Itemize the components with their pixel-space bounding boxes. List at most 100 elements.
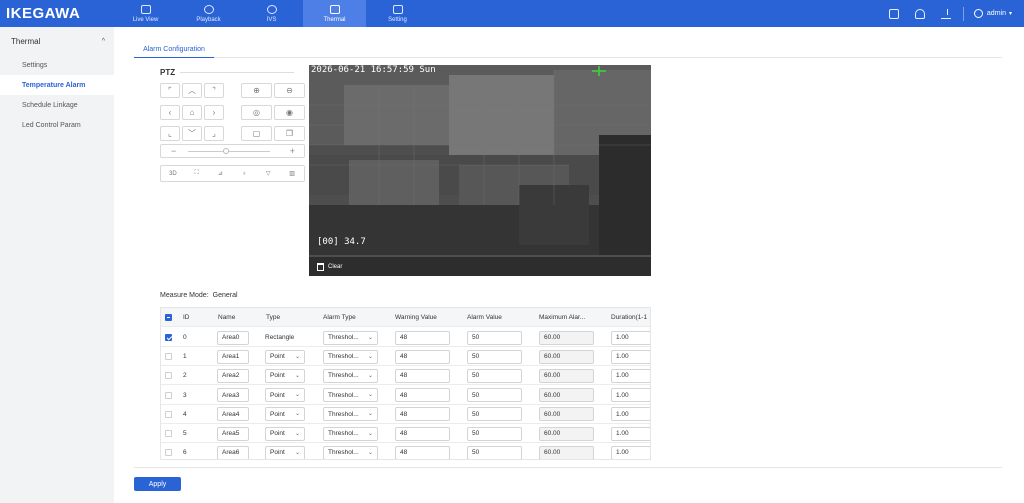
name-input[interactable]: Area0: [217, 330, 249, 345]
warning-value-input[interactable]: 48: [395, 426, 450, 441]
zoom-out-button[interactable]: ⊖: [274, 83, 305, 98]
sidebar-item-settings[interactable]: Settings: [0, 55, 114, 75]
plus-icon[interactable]: +: [290, 146, 295, 156]
duration-input[interactable]: 1.00: [611, 388, 650, 403]
select-all-checkbox[interactable]: [165, 314, 172, 321]
3d-positioning-button[interactable]: 3D: [166, 171, 180, 177]
light-icon[interactable]: ♁: [237, 171, 251, 177]
alarm-type-select[interactable]: Threshol... ⌄: [323, 445, 378, 459]
table-row[interactable]: 2 Area2 Point ⌄ Threshol... ⌄ 48 50 60.00 1.00: [161, 366, 650, 386]
trash-icon[interactable]: [317, 262, 324, 271]
row-checkbox[interactable]: [165, 372, 172, 380]
zoom-in-button[interactable]: ⊕: [241, 83, 272, 98]
ptz-right-button[interactable]: ›: [204, 105, 224, 120]
iris-open-button[interactable]: ▢: [241, 126, 272, 141]
type-select[interactable]: Point ⌄: [265, 349, 305, 364]
alarm-type-select[interactable]: Threshol... ⌄: [323, 388, 378, 403]
row-checkbox[interactable]: [165, 430, 172, 437]
row-checkbox[interactable]: [165, 391, 172, 399]
alarm-value-input[interactable]: 50: [467, 330, 522, 345]
table-row[interactable]: 3 Area3 Point ⌄ Threshol... ⌄ 48 50 60.00 1.00: [161, 386, 650, 405]
warning-value-input[interactable]: 48: [395, 330, 450, 345]
row-checkbox[interactable]: [165, 449, 172, 457]
tab-alarm-configuration[interactable]: Alarm Configuration: [134, 41, 214, 58]
alarm-value-input[interactable]: 50: [467, 349, 522, 364]
download-icon[interactable]: [940, 8, 951, 19]
duration-input[interactable]: 1.00: [611, 426, 650, 441]
area-focus-icon[interactable]: ⛶: [190, 170, 204, 177]
name-input[interactable]: Area3: [217, 388, 249, 403]
alarm-value-input[interactable]: 50: [467, 368, 522, 383]
alarm-type-select[interactable]: Threshol... ⌄: [323, 349, 378, 364]
thermal-video-view[interactable]: 2026-06-21 16:57:59 Sun [00] 34.7 Clear: [309, 65, 651, 276]
alarm-type-select[interactable]: Threshol... ⌄: [323, 407, 378, 422]
warning-value-input[interactable]: 48: [395, 445, 450, 459]
alarm-type-select[interactable]: Threshol... ⌄: [323, 330, 378, 345]
ptz-speed-slider[interactable]: − +: [160, 144, 305, 158]
warning-value-input[interactable]: 48: [395, 368, 450, 383]
duration-input[interactable]: 1.00: [611, 330, 650, 345]
settings-bars-icon[interactable]: ▥: [285, 170, 299, 177]
name-input[interactable]: Area4: [217, 407, 249, 422]
wiper-icon[interactable]: ⊿: [214, 170, 228, 177]
name-input[interactable]: Area2: [217, 368, 249, 383]
ptz-down-left-button[interactable]: ⌞: [160, 126, 180, 141]
warning-value-input[interactable]: 48: [395, 388, 450, 403]
type-select[interactable]: Point ⌄: [265, 388, 305, 403]
warning-value-input[interactable]: 48: [395, 349, 450, 364]
ptz-home-button[interactable]: ⌂: [182, 105, 202, 120]
type-select[interactable]: Point ⌄: [265, 368, 305, 383]
ptz-left-button[interactable]: ‹: [160, 105, 180, 120]
alarm-value-input[interactable]: 50: [467, 445, 522, 459]
shield-icon[interactable]: ▽: [261, 170, 275, 177]
alarm-value-input[interactable]: 50: [467, 407, 522, 422]
sidebar-item-temperature-alarm[interactable]: Temperature Alarm: [0, 75, 114, 95]
row-checkbox[interactable]: [165, 410, 172, 418]
duration-input[interactable]: 1.00: [611, 445, 650, 459]
name-input[interactable]: Area1: [217, 349, 249, 364]
focus-near-button[interactable]: ◎: [241, 105, 272, 120]
ptz-up-button[interactable]: ︿: [182, 83, 202, 98]
ptz-up-right-button[interactable]: ⌝: [204, 83, 224, 98]
alarm-value-input[interactable]: 50: [467, 388, 522, 403]
ptz-up-left-button[interactable]: ⌜: [160, 83, 180, 98]
apply-button[interactable]: Apply: [134, 477, 181, 491]
sidebar-item-led-control-param[interactable]: Led Control Param: [0, 115, 114, 135]
type-select[interactable]: Point ⌄: [265, 407, 305, 422]
table-row[interactable]: 4 Area4 Point ⌄ Threshol... ⌄ 48 50 60.00 1.00: [161, 405, 650, 424]
alarm-type-select[interactable]: Threshol... ⌄: [323, 368, 378, 383]
name-input[interactable]: Area5: [217, 426, 249, 441]
slider-thumb[interactable]: [223, 148, 229, 154]
table-row[interactable]: 0 Area0 Rectangle Threshol... ⌄ 48 50 60.00 1.00: [161, 328, 650, 347]
duration-input[interactable]: 1.00: [611, 349, 650, 364]
iris-close-button[interactable]: ❐: [274, 126, 305, 141]
nav-tab-playback[interactable]: Playback: [177, 0, 240, 27]
name-input[interactable]: Area6: [217, 445, 249, 459]
duration-input[interactable]: 1.00: [611, 368, 650, 383]
table-row[interactable]: 1 Area1 Point ⌄ Threshol... ⌄ 48 50 60.00 1.00: [161, 347, 650, 367]
warning-value-input[interactable]: 48: [395, 407, 450, 422]
type-select[interactable]: Point ⌄: [265, 445, 305, 459]
nav-tab-thermal[interactable]: Thermal: [303, 0, 366, 27]
user-menu[interactable]: admin ▾: [973, 9, 1012, 18]
table-row[interactable]: 5 Area5 Point ⌄ Threshol... ⌄ 48 50 60.00 1.00: [161, 424, 650, 443]
document-icon[interactable]: [888, 8, 899, 19]
nav-tab-setting[interactable]: Setting: [366, 0, 429, 27]
alarm-type-select[interactable]: Threshol... ⌄: [323, 426, 378, 441]
clear-button[interactable]: Clear: [328, 264, 342, 270]
nav-tab-live-view[interactable]: Live View: [114, 0, 177, 27]
focus-far-button[interactable]: ◉: [274, 105, 305, 120]
sidebar-item-schedule-linkage[interactable]: Schedule Linkage: [0, 95, 114, 115]
ptz-down-button[interactable]: ﹀: [182, 126, 202, 141]
ptz-down-right-button[interactable]: ⌟: [204, 126, 224, 141]
sidebar-group-thermal[interactable]: Thermal ^: [0, 27, 114, 55]
alarm-value-input[interactable]: 50: [467, 426, 522, 441]
nav-tab-ivs[interactable]: IVS: [240, 0, 303, 27]
type-select[interactable]: Point ⌄: [265, 426, 305, 441]
table-row[interactable]: 6 Area6 Point ⌄ Threshol... ⌄ 48 50 60.00 1.00: [161, 443, 650, 459]
row-checkbox[interactable]: [165, 334, 172, 341]
minus-icon[interactable]: −: [171, 146, 176, 156]
duration-input[interactable]: 1.00: [611, 407, 650, 422]
row-checkbox[interactable]: [165, 353, 172, 361]
bell-icon[interactable]: [914, 8, 925, 19]
